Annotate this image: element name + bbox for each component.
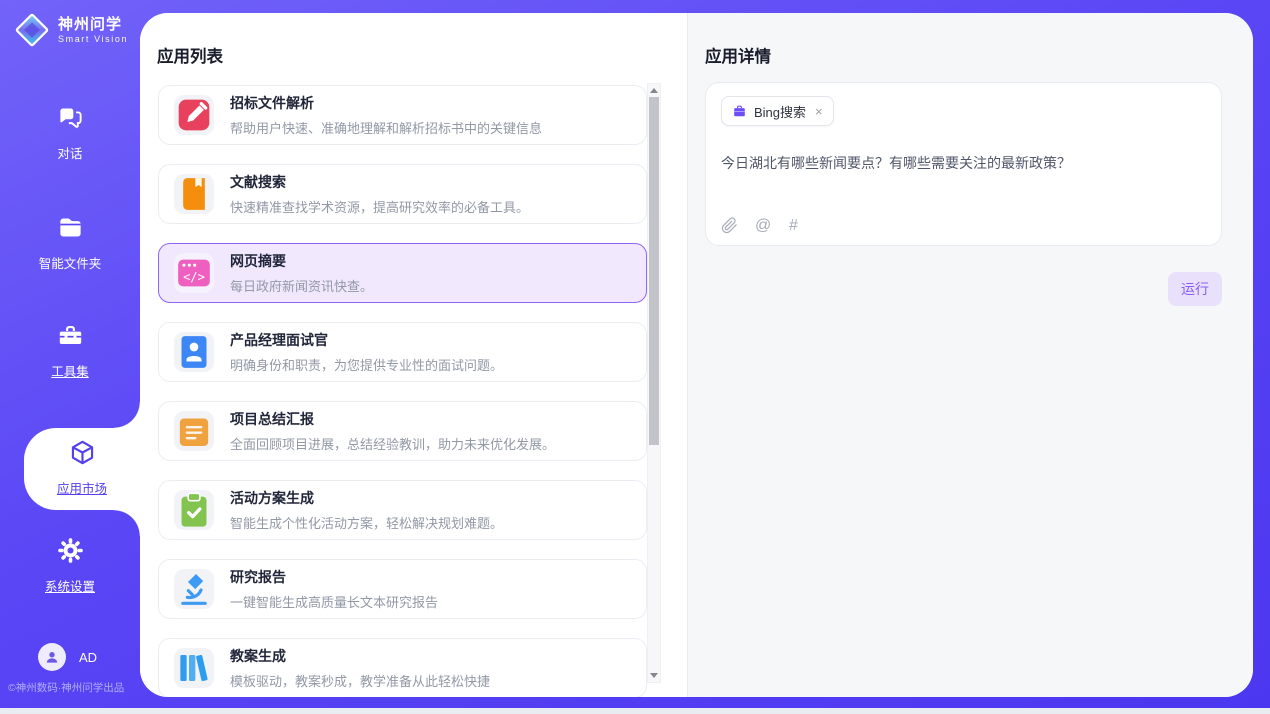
gear-icon xyxy=(57,537,84,564)
sidebar-item-app-market[interactable]: 应用市场 xyxy=(24,428,140,510)
diamond-logo-icon xyxy=(14,12,50,48)
user-icon xyxy=(43,648,61,666)
user-initials: AD xyxy=(79,650,97,665)
avatar[interactable] xyxy=(38,643,66,671)
app-card[interactable]: 研究报告 一键智能生成高质量长文本研究报告 xyxy=(158,559,647,619)
hash-icon[interactable]: # xyxy=(789,217,806,234)
brand-name: 神州问学 xyxy=(58,16,128,33)
close-icon[interactable]: × xyxy=(815,105,823,118)
user-chip[interactable]: AD xyxy=(38,643,97,671)
app-list-panel: 应用列表 招标文件解析 帮助用户快速、准确地理解和解析招标书中的关键信息 文献搜… xyxy=(140,13,687,697)
app-card[interactable]: </> 网页摘要 每日政府新闻资讯快查。 xyxy=(158,243,647,303)
brand-tagline: Smart Vision xyxy=(58,34,128,44)
microscope-icon xyxy=(174,569,214,609)
prompt-card[interactable]: Bing搜索 × 今日湖北有哪些新闻要点？有哪些需要关注的最新政策？ @ # xyxy=(705,82,1222,246)
chat-icon xyxy=(57,104,84,131)
input-toolbar: @ # xyxy=(721,217,806,234)
cube-icon xyxy=(69,439,96,466)
copyright-text: ©神州数码·神州问学出品 xyxy=(8,680,140,695)
app-window: 神州问学 Smart Vision 对话 智能文件夹 工具集 应用市场 系统设置… xyxy=(0,0,1270,714)
notepad-icon xyxy=(174,411,214,451)
sidebar-item-chat[interactable]: 对话 xyxy=(0,104,140,162)
svg-text:</>: </> xyxy=(183,270,205,284)
tool-tag-label: Bing搜索 xyxy=(754,102,806,121)
run-button[interactable]: 运行 xyxy=(1168,272,1222,306)
books-icon xyxy=(174,648,214,688)
sidebar: 神州问学 Smart Vision 对话 智能文件夹 工具集 应用市场 系统设置… xyxy=(0,0,140,708)
toolbox-icon xyxy=(57,322,84,349)
query-input[interactable]: 今日湖北有哪些新闻要点？有哪些需要关注的最新政策？ xyxy=(721,153,1206,173)
resume-icon xyxy=(174,332,214,372)
briefcase-icon xyxy=(732,104,747,119)
clipboard-check-icon xyxy=(174,490,214,530)
list-scrollbar[interactable] xyxy=(647,83,661,683)
paperclip-icon[interactable] xyxy=(721,217,738,234)
app-detail-title: 应用详情 xyxy=(705,43,771,67)
app-detail-panel: 应用详情 Bing搜索 × 今日湖北有哪些新闻要点？有哪些需要关注的最新政策？ … xyxy=(687,13,1253,697)
scroll-up-icon[interactable] xyxy=(648,84,660,97)
edit-doc-icon xyxy=(174,95,214,135)
sidebar-item-smart-folder[interactable]: 智能文件夹 xyxy=(0,214,140,272)
browser-code-icon: </> xyxy=(174,253,214,293)
app-card[interactable]: 项目总结汇报 全面回顾项目进展，总结经验教训，助力未来优化发展。 xyxy=(158,401,647,461)
sidebar-item-settings[interactable]: 系统设置 xyxy=(0,537,140,595)
app-card[interactable]: 招标文件解析 帮助用户快速、准确地理解和解析招标书中的关键信息 xyxy=(158,85,647,145)
app-card[interactable]: 教案生成 模板驱动，教案秒成，教学准备从此轻松快捷 xyxy=(158,638,647,697)
app-card[interactable]: 活动方案生成 智能生成个性化活动方案，轻松解决规划难题。 xyxy=(158,480,647,540)
at-icon[interactable]: @ xyxy=(755,217,772,234)
brand-logo: 神州问学 Smart Vision xyxy=(14,12,128,48)
book-icon xyxy=(174,174,214,214)
scroll-down-icon[interactable] xyxy=(648,669,660,682)
folder-icon xyxy=(57,214,84,241)
app-card[interactable]: 文献搜索 快速精准查找学术资源，提高研究效率的必备工具。 xyxy=(158,164,647,224)
sidebar-item-toolset[interactable]: 工具集 xyxy=(0,322,140,380)
app-list: 招标文件解析 帮助用户快速、准确地理解和解析招标书中的关键信息 文献搜索 快速精… xyxy=(158,85,647,697)
app-card[interactable]: 产品经理面试官 明确身份和职责，为您提供专业性的面试问题。 xyxy=(158,322,647,382)
tool-tag-bing-search[interactable]: Bing搜索 × xyxy=(721,96,834,126)
app-list-title: 应用列表 xyxy=(157,43,223,67)
main-surface: 应用列表 招标文件解析 帮助用户快速、准确地理解和解析招标书中的关键信息 文献搜… xyxy=(140,13,1253,697)
scrollbar-thumb[interactable] xyxy=(649,97,659,445)
